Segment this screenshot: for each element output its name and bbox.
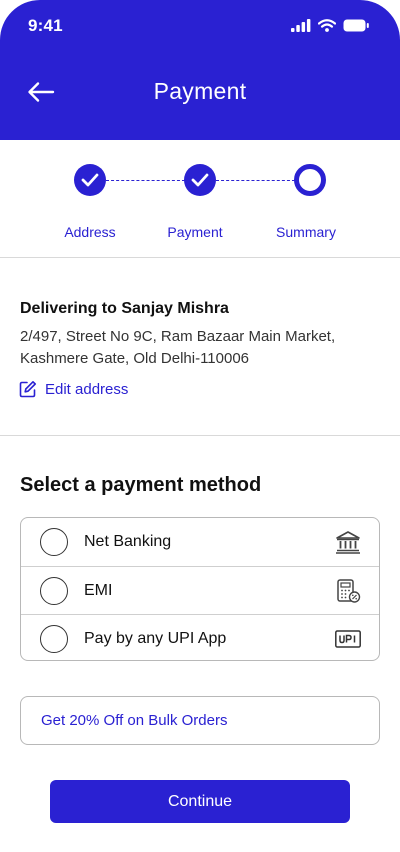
payment-screen: 9:41 Payment Address Payment Summary Del…	[0, 0, 400, 852]
edit-address-link[interactable]: Edit address	[19, 380, 128, 398]
payment-method-heading: Select a payment method	[20, 474, 262, 496]
app-header: 9:41 Payment	[0, 0, 400, 140]
status-time: 9:41	[28, 16, 63, 35]
address-line-2: Kashmere Gate, Old Delhi-110006	[20, 350, 250, 367]
payment-option-upi[interactable]: Pay by any UPI App	[21, 614, 379, 660]
payment-option-label: Pay by any UPI App	[84, 630, 227, 647]
payment-method-list: Net Banking EMI Pay by any UPI App	[20, 517, 380, 661]
wifi-icon	[318, 19, 336, 32]
cellular-signal-icon	[291, 19, 311, 32]
emi-calculator-icon	[337, 579, 361, 603]
checkmark-icon	[191, 173, 209, 187]
radio-button[interactable]	[40, 625, 68, 653]
offer-label: Get 20% Off on Bulk Orders	[41, 712, 228, 729]
battery-icon	[343, 19, 369, 32]
radio-button[interactable]	[40, 528, 68, 556]
upi-icon	[335, 630, 361, 648]
bank-icon	[336, 531, 360, 554]
delivery-address-section: Delivering to Sanjay Mishra 2/497, Stree…	[0, 258, 400, 436]
step-label-address: Address	[64, 224, 116, 240]
checkout-stepper: Address Payment Summary	[0, 140, 400, 258]
payment-option-emi[interactable]: EMI	[21, 566, 379, 614]
status-bar: 9:41	[0, 0, 400, 52]
edit-address-label: Edit address	[45, 380, 129, 398]
radio-button[interactable]	[40, 577, 68, 605]
edit-pencil-icon	[19, 381, 36, 398]
step-summary-indicator	[294, 164, 326, 196]
status-icons	[291, 19, 370, 32]
address-line-1: 2/497, Street No 9C, Ram Bazaar Main Mar…	[20, 328, 336, 345]
payment-option-label: Net Banking	[84, 533, 172, 550]
step-address-indicator	[74, 164, 106, 196]
bulk-order-offer-button[interactable]: Get 20% Off on Bulk Orders	[20, 696, 380, 745]
page-title: Payment	[153, 78, 247, 104]
step-connector	[106, 180, 185, 181]
step-label-payment: Payment	[167, 224, 223, 240]
step-payment-indicator	[184, 164, 216, 196]
delivery-heading: Delivering to Sanjay Mishra	[20, 300, 229, 317]
checkmark-icon	[81, 173, 99, 187]
payment-option-label: EMI	[84, 582, 113, 599]
step-connector	[216, 180, 295, 181]
step-label-summary: Summary	[276, 224, 336, 240]
continue-button[interactable]: Continue	[50, 780, 350, 823]
payment-option-net-banking[interactable]: Net Banking	[21, 518, 379, 566]
